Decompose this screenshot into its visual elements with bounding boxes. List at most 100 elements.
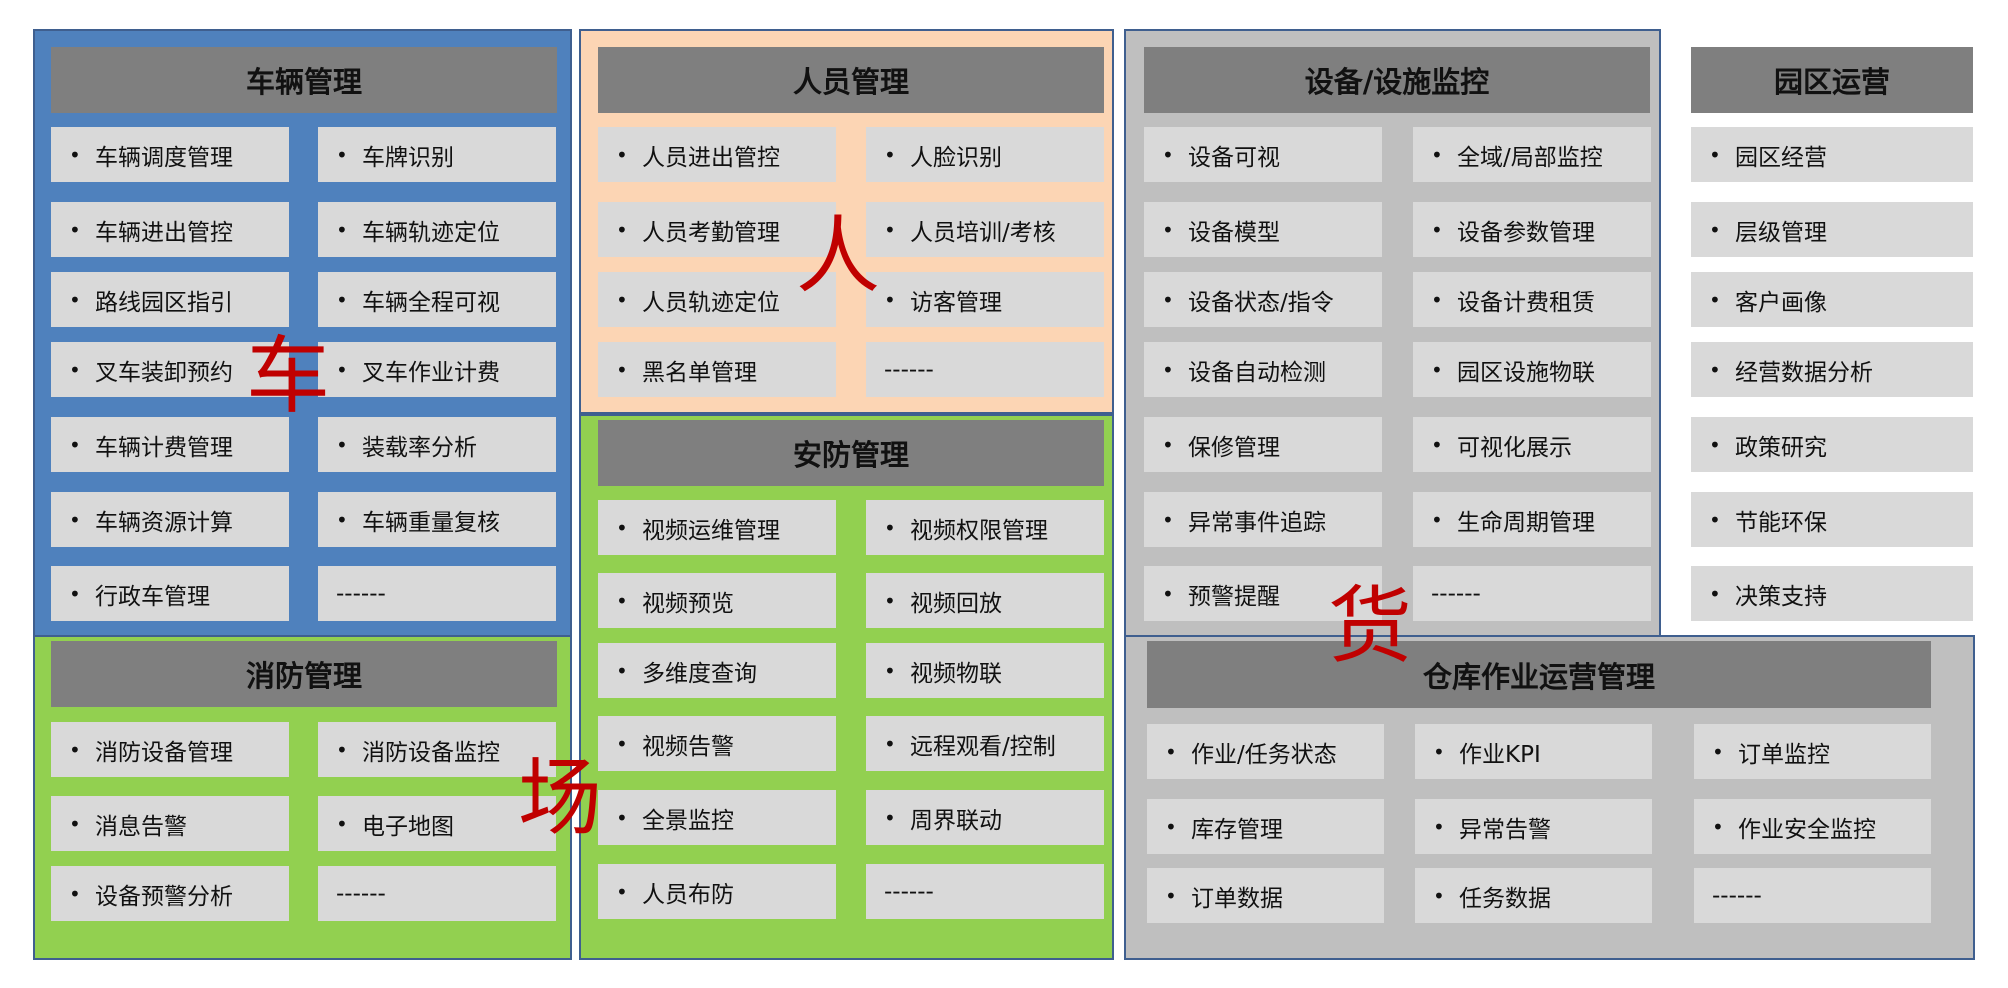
- equipment-item: • 园区设施物联: [1413, 342, 1651, 397]
- vehicle-item-label: 车辆调度管理: [95, 144, 233, 171]
- bullet-icon: •: [1709, 287, 1721, 312]
- warehouse-item: • 异常告警: [1415, 799, 1652, 854]
- bullet-icon: •: [884, 217, 896, 242]
- bullet-icon: •: [69, 581, 81, 606]
- vehicle-item-label: 车辆全程可视: [362, 289, 500, 316]
- park-item-label: 决策支持: [1735, 583, 1827, 610]
- bullet-icon: •: [1431, 432, 1443, 457]
- bullet-icon: •: [336, 811, 348, 836]
- fire-item-label: 消防设备管理: [95, 739, 233, 766]
- bullet-icon: •: [1431, 507, 1443, 532]
- security-item: • 人员布防: [598, 864, 836, 919]
- bullet-icon: •: [69, 217, 81, 242]
- vehicle-item-label: ------: [336, 580, 386, 607]
- vehicle-item-label: 行政车管理: [95, 583, 210, 610]
- equipment-item: • 设备计费租赁: [1413, 272, 1651, 327]
- equipment-item-label: 设备模型: [1188, 219, 1280, 246]
- bullet-icon: •: [1709, 432, 1721, 457]
- vehicle-item-label: 装载率分析: [362, 434, 477, 461]
- bullet-icon: •: [884, 142, 896, 167]
- vehicle-item: • 行政车管理: [51, 566, 289, 621]
- label-people-ren: 人: [796, 207, 881, 305]
- fire-item-label: 消防设备监控: [362, 739, 500, 766]
- bullet-icon: •: [616, 588, 628, 613]
- park-item: • 园区经营: [1691, 127, 1973, 182]
- security-item: • 视频回放: [866, 573, 1104, 628]
- bullet-icon: •: [336, 432, 348, 457]
- vehicle-item: • 叉车作业计费: [318, 342, 556, 397]
- park-item: • 层级管理: [1691, 202, 1973, 257]
- vehicle-item-label: 车辆重量复核: [362, 509, 500, 536]
- personnel-item-label: 访客管理: [910, 289, 1002, 316]
- bullet-icon: •: [336, 507, 348, 532]
- bullet-icon: •: [616, 217, 628, 242]
- warehouse-item-label: 订单数据: [1191, 885, 1283, 912]
- park-header: 园区运营: [1691, 47, 1973, 113]
- equipment-item-label: ------: [1431, 580, 1481, 607]
- vehicle-item-label: 叉车作业计费: [362, 359, 500, 386]
- warehouse-item-label: 作业/任务状态: [1191, 741, 1337, 768]
- bullet-icon: •: [1165, 739, 1177, 764]
- park-item-label: 节能环保: [1735, 509, 1827, 536]
- park-item: • 客户画像: [1691, 272, 1973, 327]
- fire-item: • 消息告警: [51, 796, 289, 851]
- vehicle-item: ------: [318, 566, 556, 621]
- personnel-item-label: 人员轨迹定位: [642, 289, 780, 316]
- security-item: • 多维度查询: [598, 643, 836, 698]
- bullet-icon: •: [1712, 739, 1724, 764]
- security-item-label: ------: [884, 878, 934, 905]
- security-item-label: 视频权限管理: [910, 517, 1048, 544]
- park-item: • 决策支持: [1691, 566, 1973, 621]
- equipment-item: • 异常事件追踪: [1144, 492, 1382, 547]
- bullet-icon: •: [884, 588, 896, 613]
- bullet-icon: •: [336, 142, 348, 167]
- bullet-icon: •: [1431, 217, 1443, 242]
- warehouse-item-label: 任务数据: [1459, 885, 1551, 912]
- warehouse-item: • 订单监控: [1694, 724, 1931, 779]
- equipment-item: • 设备可视: [1144, 127, 1382, 182]
- security-item-label: 视频预览: [642, 590, 734, 617]
- bullet-icon: •: [336, 217, 348, 242]
- equipment-item: • 设备自动检测: [1144, 342, 1382, 397]
- vehicle-item-label: 车辆轨迹定位: [362, 219, 500, 246]
- warehouse-item: • 任务数据: [1415, 868, 1652, 923]
- vehicle-item-label: 车辆计费管理: [95, 434, 233, 461]
- fire-item: ------: [318, 866, 556, 921]
- equipment-item-label: 预警提醒: [1188, 583, 1280, 610]
- security-item-label: 视频回放: [910, 590, 1002, 617]
- park-item: • 经营数据分析: [1691, 342, 1973, 397]
- equipment-item-label: 园区设施物联: [1457, 359, 1595, 386]
- security-item-label: 远程观看/控制: [910, 733, 1056, 760]
- vehicle-item: • 车辆轨迹定位: [318, 202, 556, 257]
- equipment-item: • 保修管理: [1144, 417, 1382, 472]
- bullet-icon: •: [1433, 739, 1445, 764]
- vehicle-item-label: 叉车装卸预约: [95, 359, 233, 386]
- equipment-item: • 生命周期管理: [1413, 492, 1651, 547]
- vehicle-item: • 车辆计费管理: [51, 417, 289, 472]
- personnel-item-label: 人员进出管控: [642, 144, 780, 171]
- security-item-label: 多维度查询: [642, 660, 757, 687]
- bullet-icon: •: [1165, 883, 1177, 908]
- security-item: • 视频运维管理: [598, 500, 836, 555]
- personnel-item-label: ------: [884, 356, 934, 383]
- bullet-icon: •: [69, 811, 81, 836]
- bullet-icon: •: [616, 658, 628, 683]
- equipment-item-label: 设备参数管理: [1457, 219, 1595, 246]
- bullet-icon: •: [1162, 357, 1174, 382]
- warehouse-item: • 订单数据: [1147, 868, 1384, 923]
- fire-item-label: 消息告警: [95, 813, 187, 840]
- personnel-item-label: 人员考勤管理: [642, 219, 780, 246]
- bullet-icon: •: [616, 805, 628, 830]
- vehicle-item: • 车辆全程可视: [318, 272, 556, 327]
- equipment-item-label: 可视化展示: [1457, 434, 1572, 461]
- equipment-item: • 可视化展示: [1413, 417, 1651, 472]
- bullet-icon: •: [336, 287, 348, 312]
- equipment-item-label: 设备计费租赁: [1457, 289, 1595, 316]
- bullet-icon: •: [69, 357, 81, 382]
- personnel-item: • 人员培训/考核: [866, 202, 1104, 257]
- security-item-label: 视频运维管理: [642, 517, 780, 544]
- equipment-header: 设备/设施监控: [1144, 47, 1650, 113]
- security-header: 安防管理: [598, 420, 1104, 486]
- security-item-label: 全景监控: [642, 807, 734, 834]
- personnel-item-label: 人员培训/考核: [910, 219, 1056, 246]
